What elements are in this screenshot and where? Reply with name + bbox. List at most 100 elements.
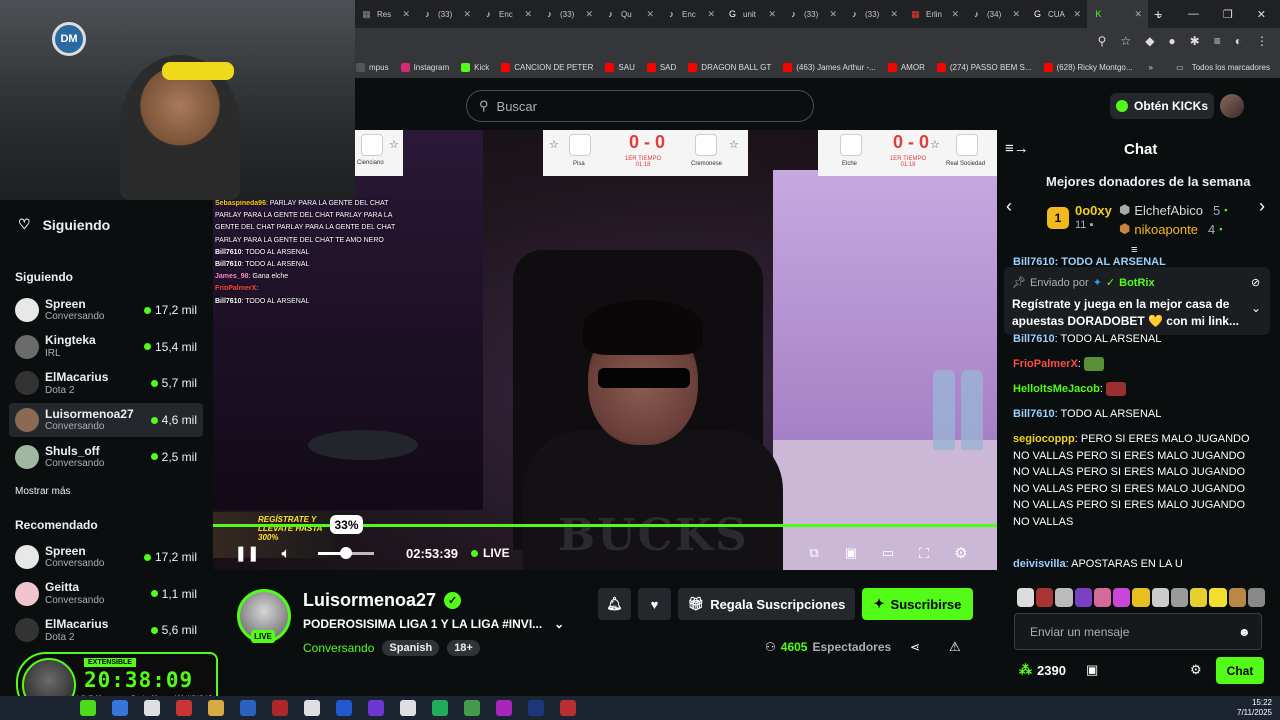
bookmark-item[interactable]: CANCION DE PETER <box>495 62 599 72</box>
sidebar-item-spreen[interactable]: Spreen Conversando 17,2 mil <box>9 293 203 327</box>
browser-tab[interactable]: ♪ (33) ✕ <box>782 0 843 28</box>
close-tab-icon[interactable]: ✕ <box>1073 9 1081 20</box>
taskbar-app-icon[interactable] <box>464 700 480 716</box>
sidebar-header[interactable]: ♡ Siguiendo <box>18 216 110 233</box>
chat-username[interactable]: HelloItsMeJacob <box>1013 383 1100 395</box>
close-tab-icon[interactable]: ✕ <box>768 9 776 20</box>
live-indicator[interactable]: LIVE <box>471 546 510 560</box>
subscribe-button[interactable]: ✦ Suscribirse <box>862 588 973 620</box>
system-clock[interactable]: 15:22 7/11/2025 <box>1237 698 1272 718</box>
close-tab-icon[interactable]: ✕ <box>646 9 654 20</box>
browser-tab[interactable]: ♪ (33) ✕ <box>843 0 904 28</box>
taskbar-app-icon[interactable] <box>176 700 192 716</box>
chat-username[interactable]: deivisvilla <box>1013 558 1066 570</box>
user-avatar[interactable] <box>1220 94 1244 118</box>
browser-tab[interactable]: Gunit ✕ <box>721 0 782 28</box>
bookmark-item[interactable]: (628) Ricky Montgo... <box>1038 62 1139 72</box>
browser-tab[interactable]: ▦ Erlin ✕ <box>904 0 965 28</box>
bookmark-item[interactable]: (463) James Arthur -... <box>777 62 882 72</box>
bookmark-item[interactable]: Instagram <box>395 62 456 72</box>
bookmark-item[interactable]: Kick <box>455 62 495 72</box>
chat-username[interactable]: Bill7610 <box>1013 408 1055 420</box>
tag-mature[interactable]: 18+ <box>447 640 480 656</box>
chat-username[interactable]: Bill7610 <box>1013 333 1055 345</box>
taskbar-app-icon[interactable] <box>496 700 512 716</box>
close-tab-icon[interactable]: ✕ <box>463 9 471 20</box>
sidebar-item-geitta[interactable]: Geitta Conversando 1,1 mil <box>9 577 203 611</box>
emote-icon[interactable] <box>1093 588 1112 607</box>
theater-mode-icon[interactable]: ▭ <box>878 543 898 563</box>
minimize-icon[interactable]: — <box>1188 8 1199 20</box>
close-tab-icon[interactable]: ✕ <box>1134 9 1142 20</box>
emote-icon[interactable] <box>1113 588 1131 607</box>
bookmark-item[interactable]: (274) PASSO BEM S... <box>931 62 1038 72</box>
clip-icon[interactable]: ⧉ <box>804 543 824 563</box>
browser-tab[interactable]: ♪ (33) ✕ <box>538 0 599 28</box>
send-chat-button[interactable]: Chat <box>1216 657 1264 684</box>
stream-title[interactable]: PODEROSISIMA LIGA 1 Y LA LIGA #INVI... ⌄ <box>303 617 564 631</box>
emote-icon[interactable] <box>1017 588 1035 607</box>
emote-icon[interactable] <box>1228 588 1246 607</box>
emote-icon[interactable] <box>1209 588 1227 607</box>
emote-icon[interactable] <box>1247 588 1266 607</box>
emote-icon[interactable] <box>1036 588 1054 607</box>
emoji-picker-icon[interactable]: ☻ <box>1238 625 1251 639</box>
gift-subs-button[interactable]: 🎁︎ Regala Suscripciones <box>678 588 855 620</box>
channel-points[interactable]: ⁂ 2390 <box>1019 662 1066 678</box>
close-tab-icon[interactable]: ✕ <box>585 9 593 20</box>
extension-icon[interactable]: ◆ <box>1145 34 1154 48</box>
close-tab-icon[interactable]: ✕ <box>951 9 959 20</box>
chevron-left-icon[interactable]: ‹ <box>1006 196 1012 217</box>
unpin-icon[interactable]: ⊘ <box>1251 276 1260 289</box>
emote-icon[interactable] <box>1055 588 1073 607</box>
close-tab-icon[interactable]: ✕ <box>829 9 837 20</box>
extension-icon[interactable]: ● <box>1168 34 1175 48</box>
close-window-icon[interactable]: ✕ <box>1257 8 1266 21</box>
report-icon[interactable]: ⚠ <box>949 639 961 655</box>
bookmark-item[interactable]: SAD <box>641 62 682 72</box>
chat-username[interactable]: FrioPalmerX <box>1013 358 1078 370</box>
emote-icon[interactable] <box>1151 588 1169 607</box>
get-kicks-button[interactable]: Obtén KICKs <box>1110 93 1214 119</box>
profile-icon[interactable]: ◐ <box>1235 34 1242 48</box>
close-tab-icon[interactable]: ✕ <box>402 9 410 20</box>
miniplayer-icon[interactable]: ▣ <box>841 543 861 563</box>
volume-icon[interactable]: 🔈︎ <box>276 543 296 563</box>
show-more-link[interactable]: Mostrar más <box>15 486 71 497</box>
chat-username[interactable]: segiocoppp <box>1013 433 1075 445</box>
streamer-name[interactable]: Luisormenoa27 ✓ <box>303 590 462 611</box>
close-tab-icon[interactable]: ✕ <box>524 9 532 20</box>
fullscreen-icon[interactable]: ⛶ <box>914 543 934 563</box>
settings-icon[interactable]: ⚙ <box>951 543 971 563</box>
sidebar-item-elmacarius[interactable]: ElMacarius Dota 2 5,7 mil <box>9 366 203 400</box>
bookmark-item[interactable]: AMOR <box>882 62 931 72</box>
notification-bell-button[interactable]: 🔔︎ <box>598 588 631 620</box>
chevron-down-icon[interactable]: ⌄ <box>1251 301 1261 315</box>
taskbar-app-icon[interactable] <box>368 700 384 716</box>
browser-tab[interactable]: ▦ Res ✕ <box>355 0 416 28</box>
taskbar-app-icon[interactable] <box>528 700 544 716</box>
emote-icon[interactable] <box>1074 588 1092 607</box>
bookmarks-overflow[interactable]: » <box>1143 63 1159 72</box>
taskbar-app-icon[interactable] <box>560 700 576 716</box>
search-input[interactable]: ⚲ Buscar <box>466 90 814 122</box>
browser-tab[interactable]: ♪ Enc ✕ <box>477 0 538 28</box>
chevron-down-icon[interactable]: ⌄ <box>554 617 564 631</box>
sidebar-item-kingteka[interactable]: Kingteka IRL 15,4 mil <box>9 330 203 364</box>
chevron-right-icon[interactable]: › <box>1259 196 1265 217</box>
taskbar-app-icon[interactable] <box>336 700 352 716</box>
tag-language[interactable]: Spanish <box>382 640 440 656</box>
close-tab-icon[interactable]: ✕ <box>890 9 898 20</box>
bookmark-item[interactable]: DRAGON BALL GT <box>682 62 777 72</box>
taskbar-app-icon[interactable] <box>432 700 448 716</box>
sidebar-item-shuls_off[interactable]: Shuls_off Conversando 2,5 mil <box>9 440 203 474</box>
sidebar-item-elmacarius[interactable]: ElMacarius Dota 2 5,6 mil <box>9 613 203 647</box>
taskbar-app-icon[interactable] <box>112 700 128 716</box>
browser-tab[interactable]: G CUA ✕ <box>1026 0 1087 28</box>
browser-tab[interactable]: ♪ (33) ✕ <box>416 0 477 28</box>
bookmark-star-icon[interactable]: ☆ <box>1120 34 1131 48</box>
emote-icon[interactable] <box>1170 588 1189 607</box>
browser-tab[interactable]: ♪ Enc ✕ <box>660 0 721 28</box>
donor-row[interactable]: ⬢ nikoaponte 4 ▪ <box>1119 221 1222 237</box>
sidebar-item-luisormenoa27[interactable]: Luisormenoa27 Conversando 4,6 mil <box>9 403 203 438</box>
